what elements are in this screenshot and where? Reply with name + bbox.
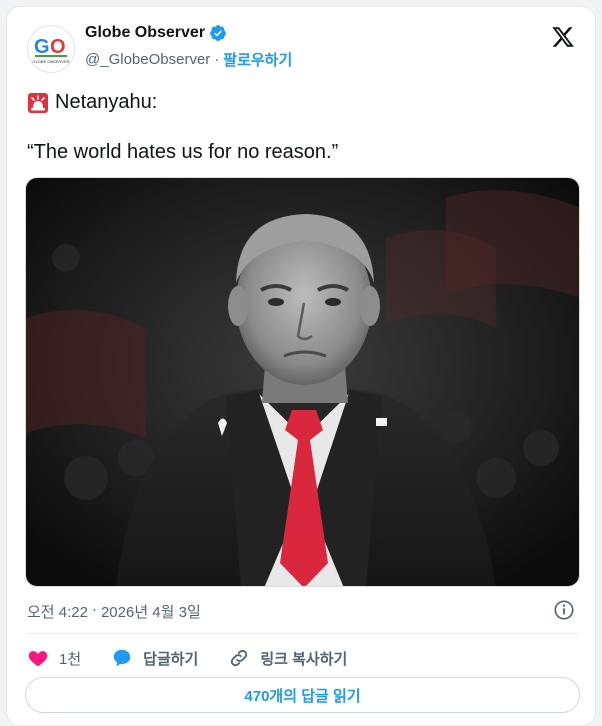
verified-badge-icon bbox=[210, 25, 226, 41]
divider bbox=[27, 633, 577, 634]
like-button[interactable]: 1천 bbox=[27, 647, 81, 669]
copy-link-label: 링크 복사하기 bbox=[260, 650, 348, 668]
post-text-line: Netanyahu: bbox=[55, 91, 158, 113]
separator: · bbox=[214, 51, 220, 68]
name-row: Globe Observer bbox=[85, 24, 227, 42]
portrait-photo bbox=[26, 178, 579, 586]
reply-bubble-icon bbox=[113, 649, 131, 667]
reply-label: 답글하기 bbox=[143, 650, 199, 668]
post-date: 2026년 4월 3일 bbox=[100, 604, 201, 621]
date-separator: · bbox=[91, 601, 97, 618]
post-time: 오전 4:22 bbox=[27, 604, 88, 621]
read-replies-button[interactable]: 470개의 답글 읽기 bbox=[25, 677, 580, 713]
svg-text:GLOBE OBSERVER: GLOBE OBSERVER bbox=[32, 59, 69, 64]
info-icon[interactable] bbox=[553, 599, 575, 621]
copy-link-button[interactable]: 링크 복사하기 bbox=[228, 647, 347, 669]
post-quote: “The world hates us for no reason.” bbox=[27, 141, 339, 163]
handle[interactable]: @_GlobeObserver bbox=[85, 51, 210, 68]
post-image[interactable] bbox=[25, 177, 580, 587]
post-timestamp[interactable]: 오전 4:22 · 2026년 4월 3일 bbox=[27, 601, 201, 622]
handle-row: @_GlobeObserver · 팔로우하기 bbox=[85, 49, 292, 70]
svg-text:G: G bbox=[34, 36, 50, 58]
reply-button[interactable]: 답글하기 bbox=[111, 647, 198, 669]
post-line-1: Netanyahu: bbox=[27, 91, 157, 114]
police-siren-icon bbox=[28, 92, 48, 113]
follow-button[interactable]: 팔로우하기 bbox=[223, 49, 292, 70]
display-name[interactable]: Globe Observer bbox=[85, 24, 205, 42]
heart-icon bbox=[28, 651, 48, 667]
post-card: G O GLOBE OBSERVER Globe Observer @_Glob… bbox=[6, 6, 596, 726]
svg-text:O: O bbox=[50, 36, 66, 58]
like-count: 1천 bbox=[59, 650, 82, 668]
action-bar: 1천 답글하기 링크 복사하기 bbox=[27, 647, 377, 669]
link-icon bbox=[231, 649, 248, 667]
avatar[interactable]: G O GLOBE OBSERVER bbox=[27, 25, 75, 73]
x-logo-icon[interactable] bbox=[551, 25, 575, 49]
